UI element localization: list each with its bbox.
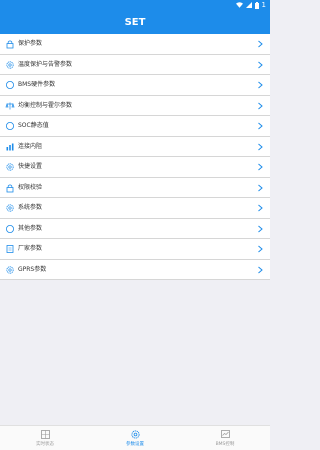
- menu-item-label: GPRS参数: [18, 265, 47, 273]
- menu-item-label: 厂家参数: [18, 245, 43, 252]
- settings-list: 保护参数 温度保护与告警参数 BMS硬件参数 均衡控制与霍尔参数 SOC静态值 …: [0, 34, 270, 280]
- menu-item-gprs-params[interactable]: GPRS参数: [0, 259, 270, 280]
- menu-item-label: 其他参数: [18, 224, 43, 232]
- chevron-right-icon: [258, 204, 263, 212]
- gear-icon: [6, 60, 14, 69]
- menu-item-temperature-alarm-params[interactable]: 温度保护与告警参数: [0, 54, 270, 75]
- menu-item-permission-check[interactable]: 权限校验: [0, 177, 270, 198]
- chevron-right-icon: [258, 143, 263, 150]
- menu-item-balance-hall-params[interactable]: 均衡控制与霍尔参数: [0, 95, 270, 116]
- menu-item-label: SOC静态值: [18, 122, 49, 129]
- menu-item-label: 系统参数: [18, 204, 43, 211]
- battery-icon: [254, 1, 259, 9]
- wifi-icon: [235, 2, 243, 8]
- chevron-right-icon: [258, 184, 263, 191]
- circle-icon: [6, 224, 14, 233]
- menu-item-bms-hardware-params[interactable]: BMS硬件参数: [0, 75, 270, 96]
- chevron-right-icon: [258, 163, 263, 171]
- status-bar: 1: [0, 0, 270, 10]
- menu-item-label: 连接内阻: [18, 142, 43, 150]
- tab-param-settings[interactable]: 参数设置: [90, 426, 180, 450]
- tab-realtime-status[interactable]: 实时状态: [0, 426, 90, 450]
- chevron-right-icon: [258, 266, 263, 273]
- grid-icon: [40, 430, 50, 439]
- status-icons: 1: [235, 1, 266, 9]
- bottom-tab-bar: 实时状态 参数设置 BMS控制: [0, 425, 270, 450]
- chevron-right-icon: [258, 102, 263, 109]
- gear-icon: [6, 163, 14, 171]
- menu-item-label: BMS硬件参数: [18, 81, 56, 88]
- menu-item-system-params[interactable]: 系统参数: [0, 198, 270, 219]
- chevron-right-icon: [258, 122, 263, 130]
- tab-label: BMS控制: [215, 442, 235, 447]
- menu-item-other-params[interactable]: 其他参数: [0, 218, 270, 239]
- chevron-right-icon: [258, 61, 263, 68]
- circle-icon: [6, 81, 14, 89]
- tab-bms-control[interactable]: BMS控制: [180, 426, 270, 450]
- balance-icon: [5, 102, 15, 109]
- menu-item-manufacturer-params[interactable]: 厂家参数: [0, 239, 270, 260]
- tab-label: 参数设置: [126, 442, 144, 447]
- menu-item-label: 均衡控制与霍尔参数: [18, 101, 73, 109]
- bar-chart-icon: [6, 143, 14, 150]
- circle-icon: [6, 122, 14, 130]
- menu-item-label: 保护参数: [18, 40, 43, 47]
- doc-icon: [6, 245, 14, 253]
- chart-icon: [220, 430, 230, 438]
- lock-icon: [6, 184, 14, 192]
- app-bar: SET: [0, 10, 270, 36]
- menu-item-connection-resistance[interactable]: 连接内阻: [0, 136, 270, 157]
- menu-item-quick-settings[interactable]: 快捷设置: [0, 157, 270, 178]
- battery-level: 1: [261, 1, 266, 9]
- menu-item-label: 温度保护与告警参数: [18, 60, 73, 68]
- menu-item-label: 快捷设置: [18, 163, 43, 170]
- menu-item-soc-static[interactable]: SOC静态值: [0, 116, 270, 137]
- menu-item-protection-params[interactable]: 保护参数: [0, 34, 270, 55]
- menu-item-label: 权限校验: [18, 183, 43, 191]
- chevron-right-icon: [258, 225, 263, 232]
- gear-icon: [6, 265, 14, 274]
- gear-icon: [130, 430, 140, 439]
- chevron-right-icon: [258, 245, 263, 253]
- page-title: SET: [124, 17, 146, 28]
- gear-icon: [6, 204, 14, 212]
- tab-label: 实时状态: [36, 442, 54, 447]
- signal-icon: [245, 2, 252, 8]
- chevron-right-icon: [258, 40, 263, 48]
- chevron-right-icon: [258, 81, 263, 89]
- lock-icon: [6, 40, 14, 49]
